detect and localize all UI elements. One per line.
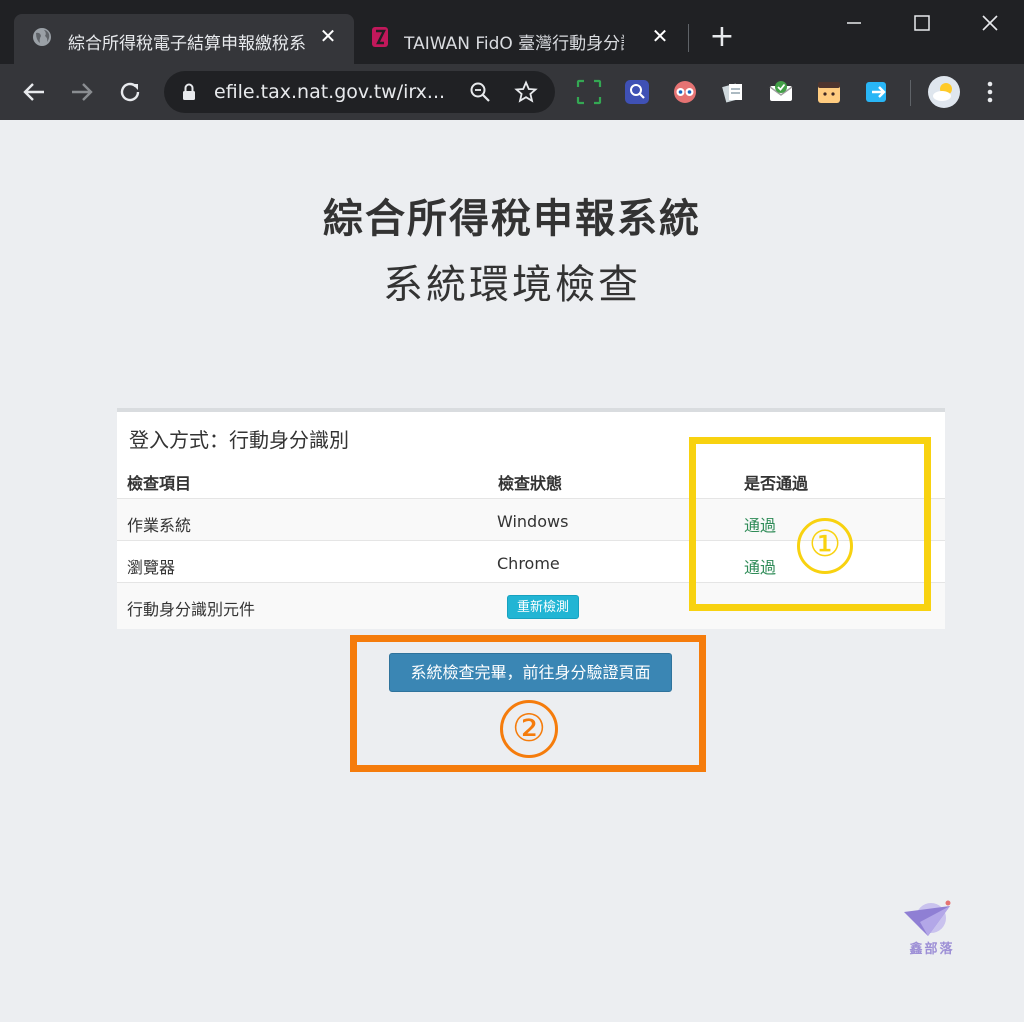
share-extension-icon[interactable] [864,79,890,105]
fido-icon [372,27,388,47]
weather-avatar-icon [933,83,952,101]
page-title: 綜合所得稅申報系統 [323,196,701,242]
zoom-icon[interactable] [468,80,492,104]
tab-taiwan-fido[interactable]: TAIWAN FidO 臺灣行動身分識 ✕ [360,14,686,64]
header-check-status: 檢查狀態 [498,474,563,493]
reload-icon[interactable] [114,76,146,108]
page-content: 綜合所得稅申報系統 系統環境檢查 登入方式：行動身分識別 檢查項目 檢查狀態 是… [0,120,1024,1022]
login-method-label: 登入方式：行動身分識別 [129,428,349,452]
row-os-status: Windows [497,512,569,531]
tab-close-icon[interactable]: ✕ [316,24,340,48]
eyes-extension-icon[interactable] [672,79,698,105]
screenshot-icon[interactable] [576,79,602,105]
address-bar[interactable]: efile.tax.nat.gov.tw/irx... [164,71,555,113]
recheck-button[interactable]: 重新檢測 [507,595,579,619]
row-os-item: 作業系統 [127,516,192,535]
step-badge-2: ② [500,700,558,758]
tab-title: 綜合所得稅電子結算申報繳稅系 [68,34,306,54]
browser-tab-strip: 綜合所得稅電子結算申報繳稅系 ✕ TAIWAN FidO 臺灣行動身分識 ✕ + [0,0,1024,64]
tab-title: TAIWAN FidO 臺灣行動身分識 [404,34,624,54]
new-tab-button[interactable]: + [706,22,738,54]
back-arrow-icon[interactable] [18,76,50,108]
row-browser-status: Chrome [497,554,560,573]
search-extension-icon[interactable] [624,79,650,105]
forward-arrow-icon[interactable] [66,76,98,108]
mail-check-icon[interactable] [768,79,794,105]
more-menu-icon[interactable] [978,78,1002,106]
page-subtitle: 系統環境檢查 [383,262,641,308]
minimize-icon[interactable] [834,10,874,38]
header-check-item: 檢查項目 [127,474,192,493]
notes-extension-icon[interactable] [720,79,746,105]
tab-divider [688,24,689,52]
row-browser-item: 瀏覽器 [127,558,176,577]
row-mobile-id-item: 行動身分識別元件 [127,600,256,619]
url-text[interactable]: efile.tax.nat.gov.tw/irx... [214,81,452,103]
tab-tax-efile[interactable]: 綜合所得稅電子結算申報繳稅系 ✕ [14,14,354,64]
face-extension-icon[interactable] [816,79,842,105]
toolbar-divider [910,80,911,106]
profile-avatar[interactable] [928,76,960,108]
globe-icon [33,28,51,46]
watermark-text: 鑫部落 [909,942,955,957]
maximize-icon[interactable] [902,10,942,38]
lock-icon[interactable] [182,83,196,101]
browser-toolbar: efile.tax.nat.gov.tw/irx... [0,64,1024,120]
bookmark-star-icon[interactable] [514,80,538,104]
step-badge-1: ① [797,518,853,574]
close-window-icon[interactable] [970,10,1010,38]
tab-close-icon[interactable]: ✕ [648,24,672,48]
